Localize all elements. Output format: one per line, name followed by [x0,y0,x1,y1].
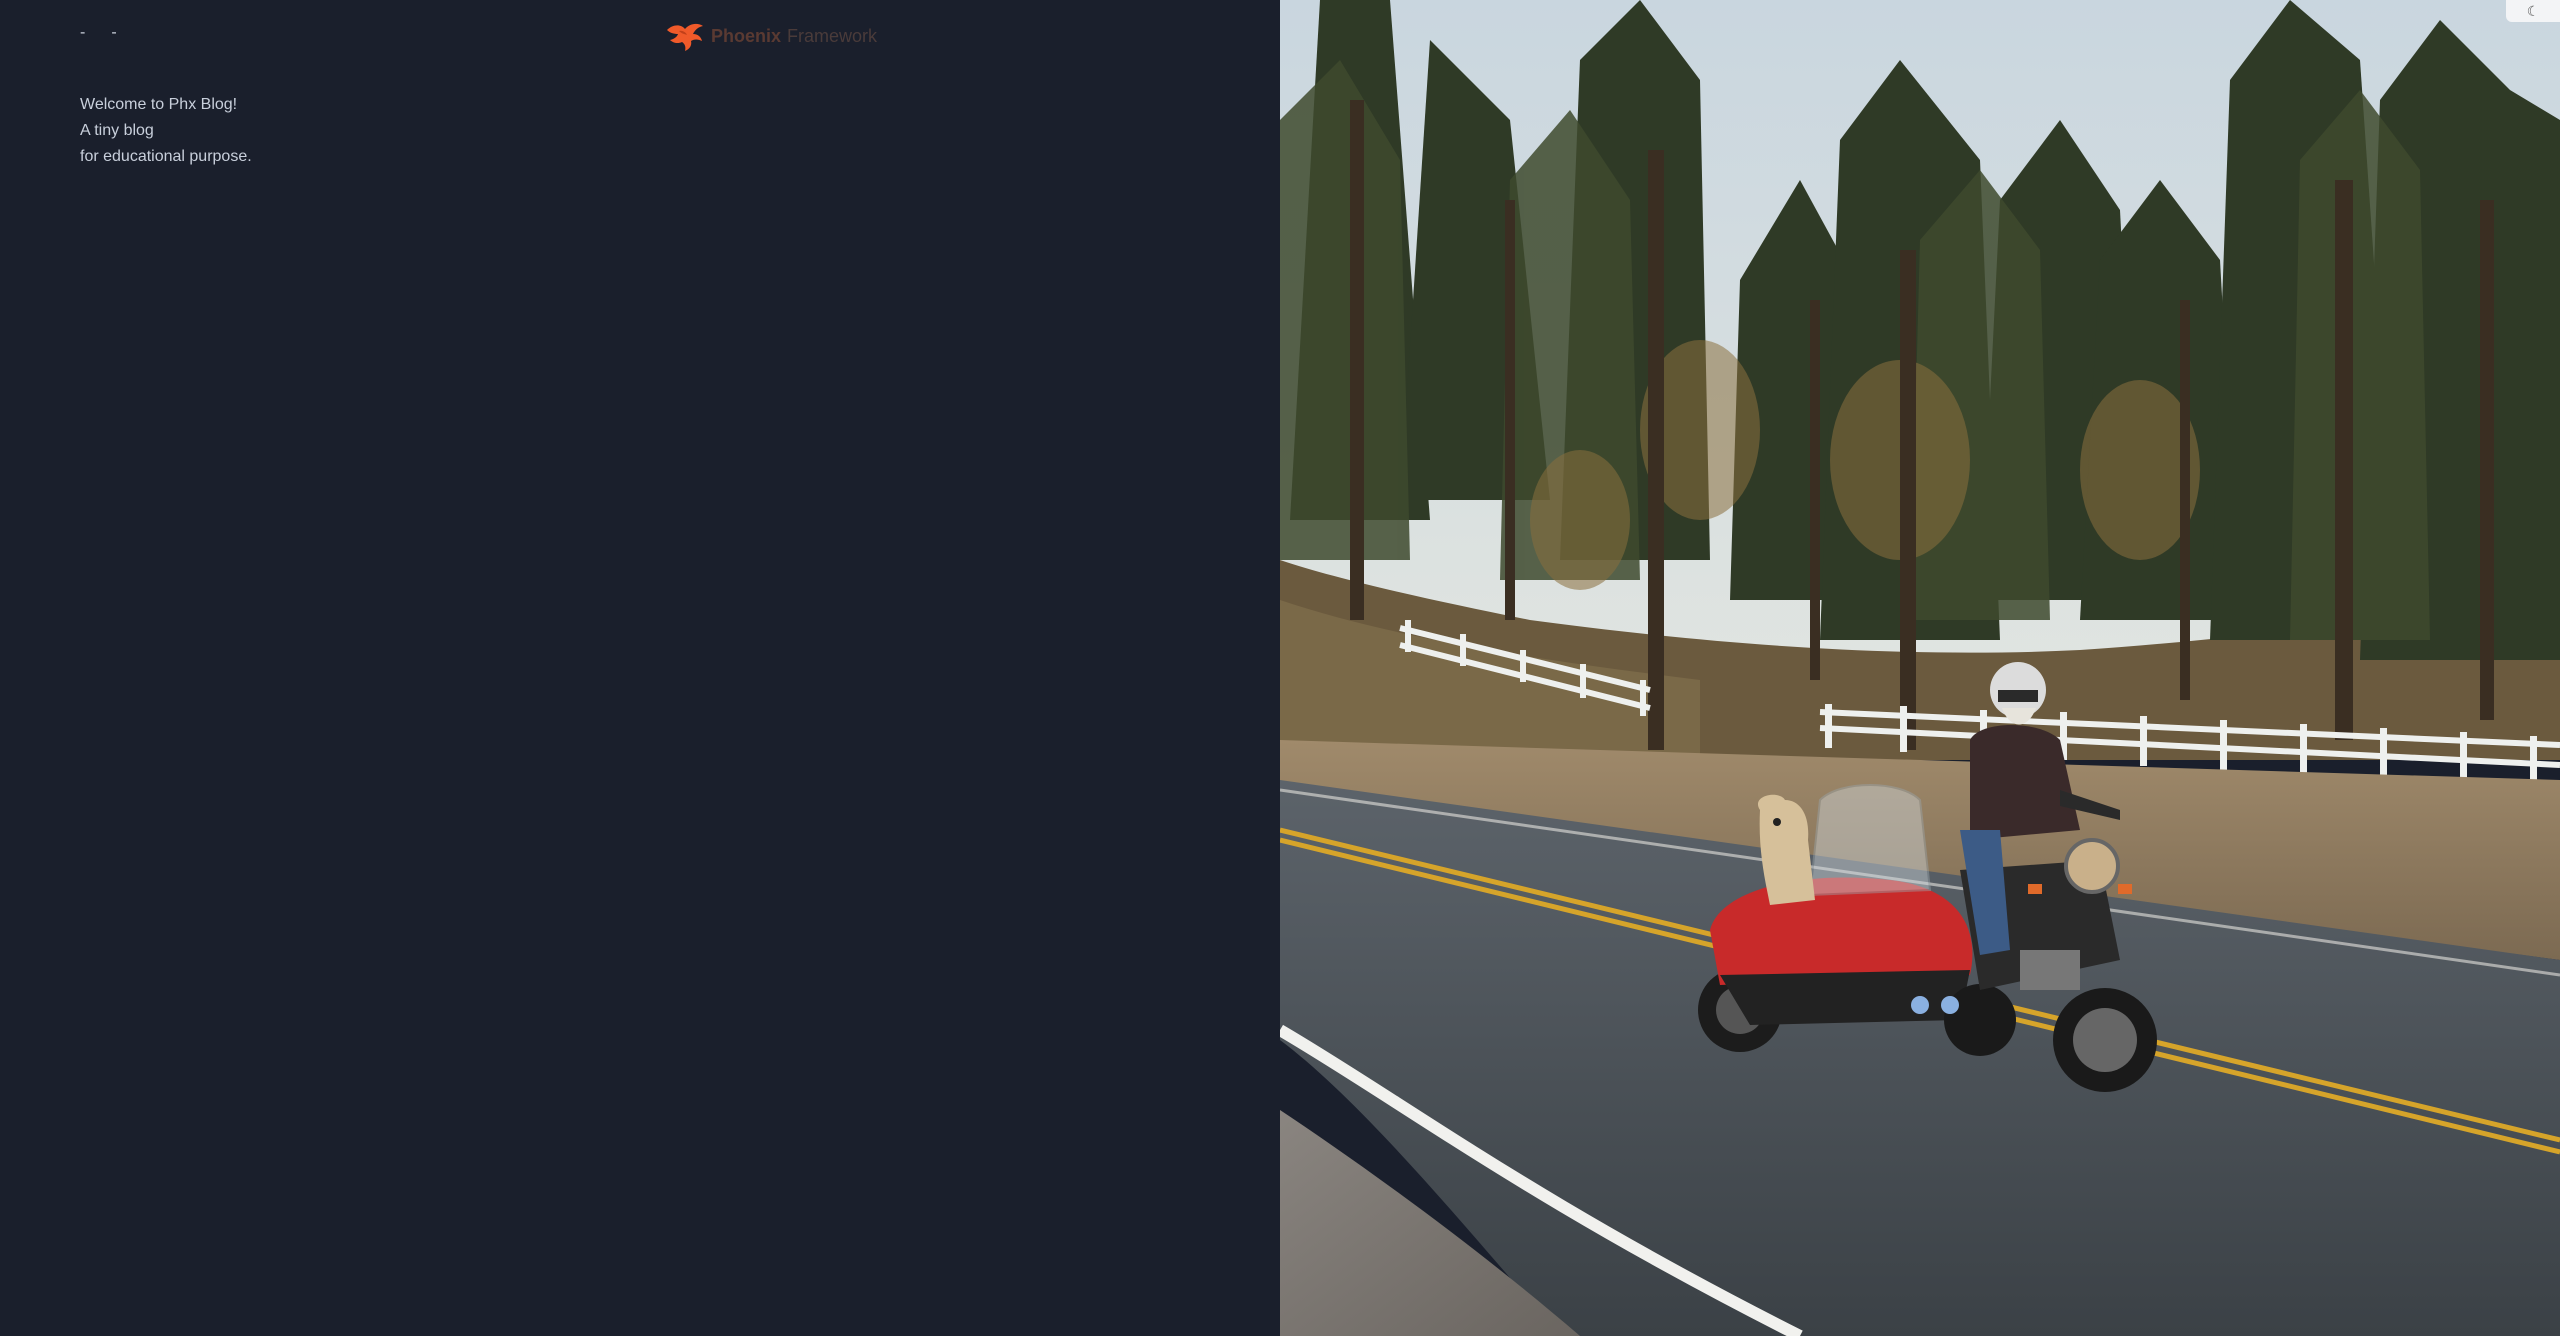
content-panel: - - Phoenix Framework Welcome to Phx Blo… [0,0,1280,1336]
brand-logo-link[interactable]: Phoenix Framework [665,20,877,52]
moon-icon: ☾ [2526,2,2540,19]
intro-text: Welcome to Phx Blog! A tiny blog for edu… [80,92,252,170]
hero-image: ☾ [1280,0,2560,1336]
intro-line-2: A tiny blog [80,122,154,139]
nav-link-1[interactable]: - [80,24,85,42]
theme-toggle-button[interactable]: ☾ [2506,0,2560,22]
top-nav: - - [80,24,117,42]
motorcycle-sidecar-photo [1280,0,2560,1336]
phoenix-bird-icon [667,23,703,51]
page-root: - - Phoenix Framework Welcome to Phx Blo… [0,0,2560,1336]
brand-name-light: Framework [787,25,878,46]
intro-line-1: Welcome to Phx Blog! [80,96,238,113]
nav-link-2[interactable]: - [111,24,116,42]
brand-name-bold: Phoenix [711,25,782,46]
intro-line-3: for educational purpose. [80,148,252,165]
